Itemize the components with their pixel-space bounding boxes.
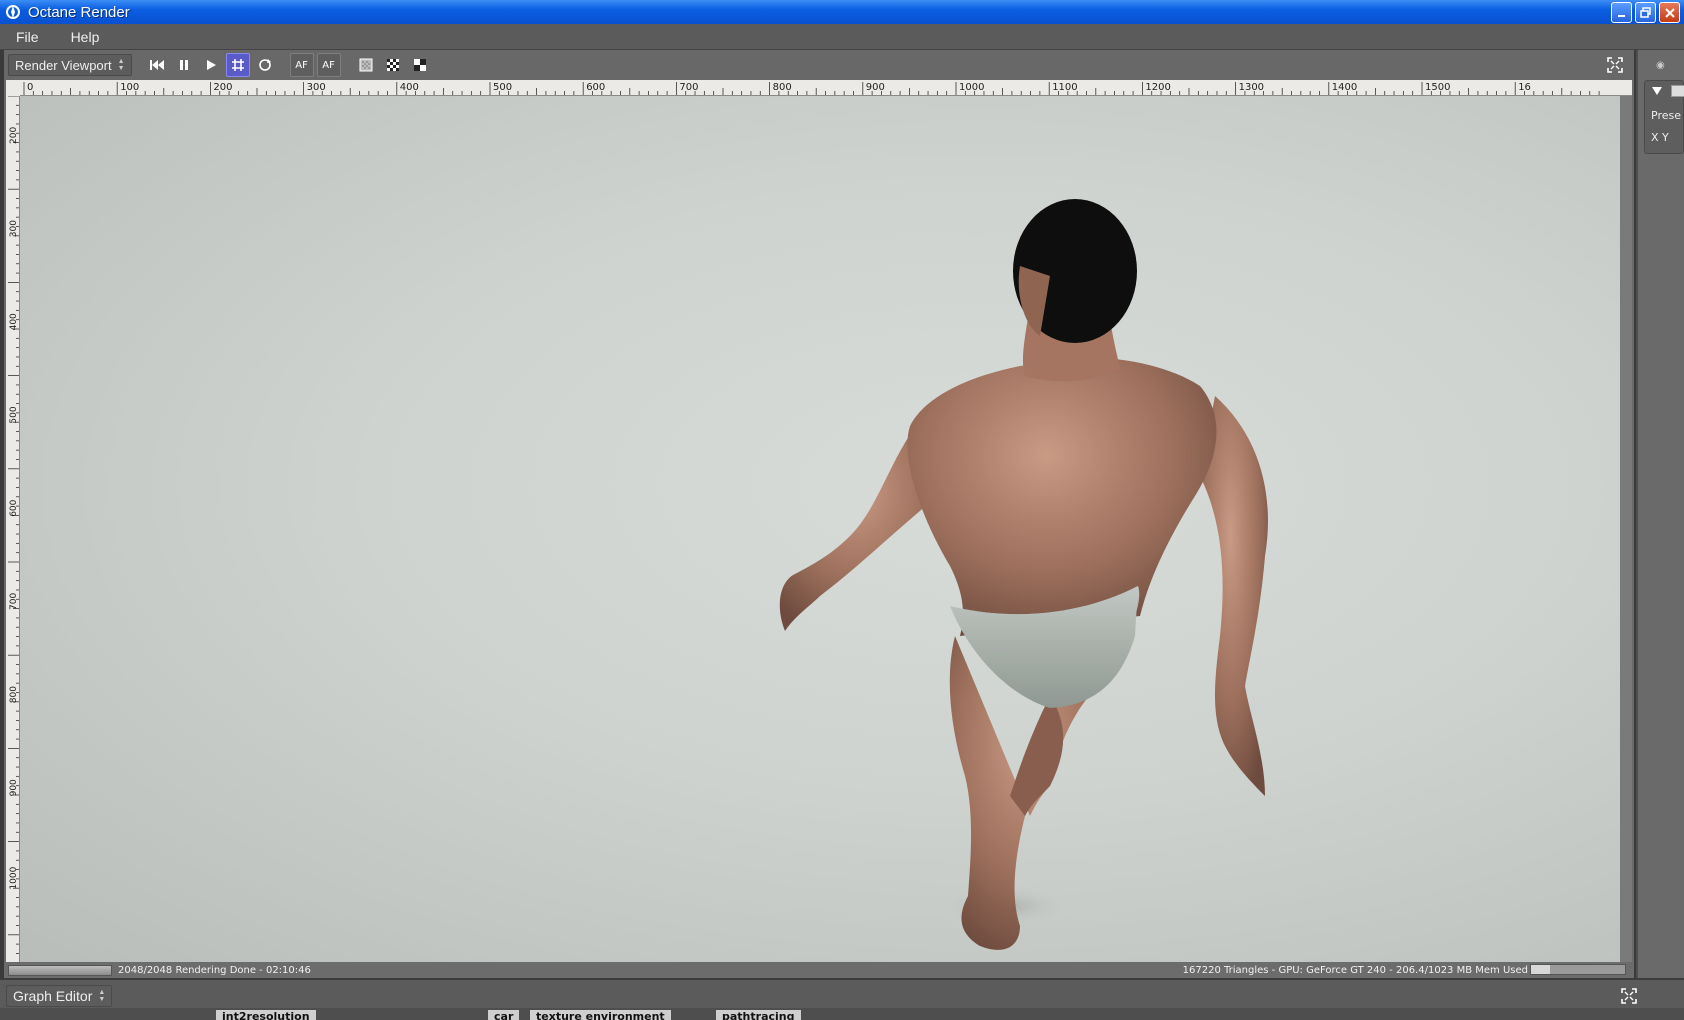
- ruler-label: 1000: [9, 866, 19, 889]
- gpu-status-text: 167220 Triangles - GPU: GeForce GT 240 -…: [1182, 964, 1528, 976]
- ruler-label: 700: [9, 593, 19, 610]
- preset-icon[interactable]: [1671, 85, 1684, 97]
- graph-canvas[interactable]: int2resolution car texture environment p…: [0, 1008, 1684, 1020]
- ruler-label: 1400: [1332, 82, 1357, 93]
- ruler-label: 500: [493, 82, 512, 93]
- ruler-label: 700: [679, 82, 698, 93]
- ruler-label: 400: [9, 313, 19, 330]
- menu-bar: File Help: [0, 24, 1684, 50]
- render-progress-bar: [8, 964, 112, 976]
- vertical-ruler: 200 300 400 500 600 700 800 900 1000: [6, 96, 20, 962]
- view-select[interactable]: Render Viewport ▲ ▼: [8, 54, 132, 76]
- horizontal-ruler: 0 100 200 300 400 500 600 700 800 900 1000 1100 1200…: [20, 80, 1632, 96]
- window-title: Octane Render: [28, 3, 130, 21]
- refresh-icon[interactable]: [253, 53, 277, 77]
- ruler-label: 600: [586, 82, 605, 93]
- graph-editor-panel: Graph Editor ▲ ▼ int2resolution car textu…: [0, 978, 1684, 1020]
- memory-usage-bar: [1530, 964, 1626, 975]
- graph-node[interactable]: int2resolution: [216, 1010, 316, 1020]
- graph-editor-label: Graph Editor: [13, 988, 93, 1004]
- ruler-label: 800: [9, 686, 19, 703]
- ruler-label: 200: [9, 127, 19, 144]
- panel-dock-icon[interactable]: ◉: [1656, 60, 1665, 71]
- autofocus-picker-button[interactable]: AF: [316, 53, 341, 77]
- viewport-toolbar: Render Viewport ▲ ▼ AF AF: [4, 50, 1634, 80]
- play-icon[interactable]: [199, 53, 223, 77]
- rendered-figure: [779, 199, 1268, 950]
- render-status-text: 2048/2048 Rendering Done - 02:10:46: [118, 964, 311, 976]
- ruler-label: 100: [120, 82, 139, 93]
- graph-node[interactable]: pathtracing: [716, 1010, 801, 1020]
- ruler-label: 900: [866, 82, 885, 93]
- autofocus-button[interactable]: AF: [289, 53, 314, 77]
- ruler-label: 200: [213, 82, 232, 93]
- updown-arrow-icon: ▲ ▼: [117, 58, 125, 72]
- alpha-background-icon[interactable]: [354, 53, 378, 77]
- graph-node[interactable]: texture environment: [530, 1010, 671, 1020]
- ruler-label: 300: [307, 82, 326, 93]
- region-icon[interactable]: [408, 53, 432, 77]
- ruler-label: 400: [400, 82, 419, 93]
- render-viewport-panel: Render Viewport ▲ ▼ AF AF 0 100 200 300 …: [4, 50, 1634, 978]
- close-icon[interactable]: [1659, 2, 1680, 23]
- inspector-box: Prese X Y: [1644, 80, 1684, 154]
- ruler-label: 300: [9, 220, 19, 237]
- minimize-icon[interactable]: [1611, 2, 1632, 23]
- ruler-label: 1300: [1239, 82, 1264, 93]
- grid-icon[interactable]: [225, 53, 250, 77]
- ruler-label: 1100: [1052, 82, 1077, 93]
- collapse-triangle-icon[interactable]: [1651, 85, 1663, 100]
- status-bar: 2048/2048 Rendering Done - 02:10:46 1672…: [4, 962, 1634, 978]
- view-select-label: Render Viewport: [15, 57, 112, 73]
- ruler-label: 1000: [959, 82, 984, 93]
- scroll-edge: [1620, 96, 1632, 962]
- graph-fullscreen-icon[interactable]: [1618, 986, 1640, 1006]
- ruler-corner: [6, 80, 20, 96]
- ruler-label: 500: [9, 406, 19, 423]
- graph-node[interactable]: car: [488, 1010, 520, 1020]
- xy-label: X Y: [1651, 131, 1669, 144]
- checker-icon[interactable]: [381, 53, 405, 77]
- preset-label: Prese: [1651, 109, 1681, 122]
- title-bar: Octane Render: [0, 0, 1684, 24]
- ruler-label: 0: [27, 82, 33, 93]
- node-inspector-panel: ◉ Prese X Y: [1636, 50, 1684, 978]
- fullscreen-icon[interactable]: [1604, 55, 1626, 75]
- menu-file[interactable]: File: [0, 29, 55, 45]
- ruler-label: 600: [9, 499, 19, 516]
- ruler-label: 1200: [1145, 82, 1170, 93]
- ruler-label: 800: [773, 82, 792, 93]
- graph-editor-select[interactable]: Graph Editor ▲ ▼: [6, 985, 113, 1007]
- updown-arrow-icon: ▲ ▼: [98, 989, 106, 1003]
- octane-logo-icon: [4, 3, 22, 21]
- restart-render-icon[interactable]: [145, 53, 169, 77]
- render-image[interactable]: [20, 96, 1620, 962]
- restore-icon[interactable]: [1635, 2, 1656, 23]
- menu-help[interactable]: Help: [55, 29, 116, 45]
- pause-icon[interactable]: [172, 53, 196, 77]
- ruler-label: 16: [1518, 82, 1531, 93]
- ruler-label: 900: [9, 779, 19, 796]
- ruler-label: 1500: [1425, 82, 1450, 93]
